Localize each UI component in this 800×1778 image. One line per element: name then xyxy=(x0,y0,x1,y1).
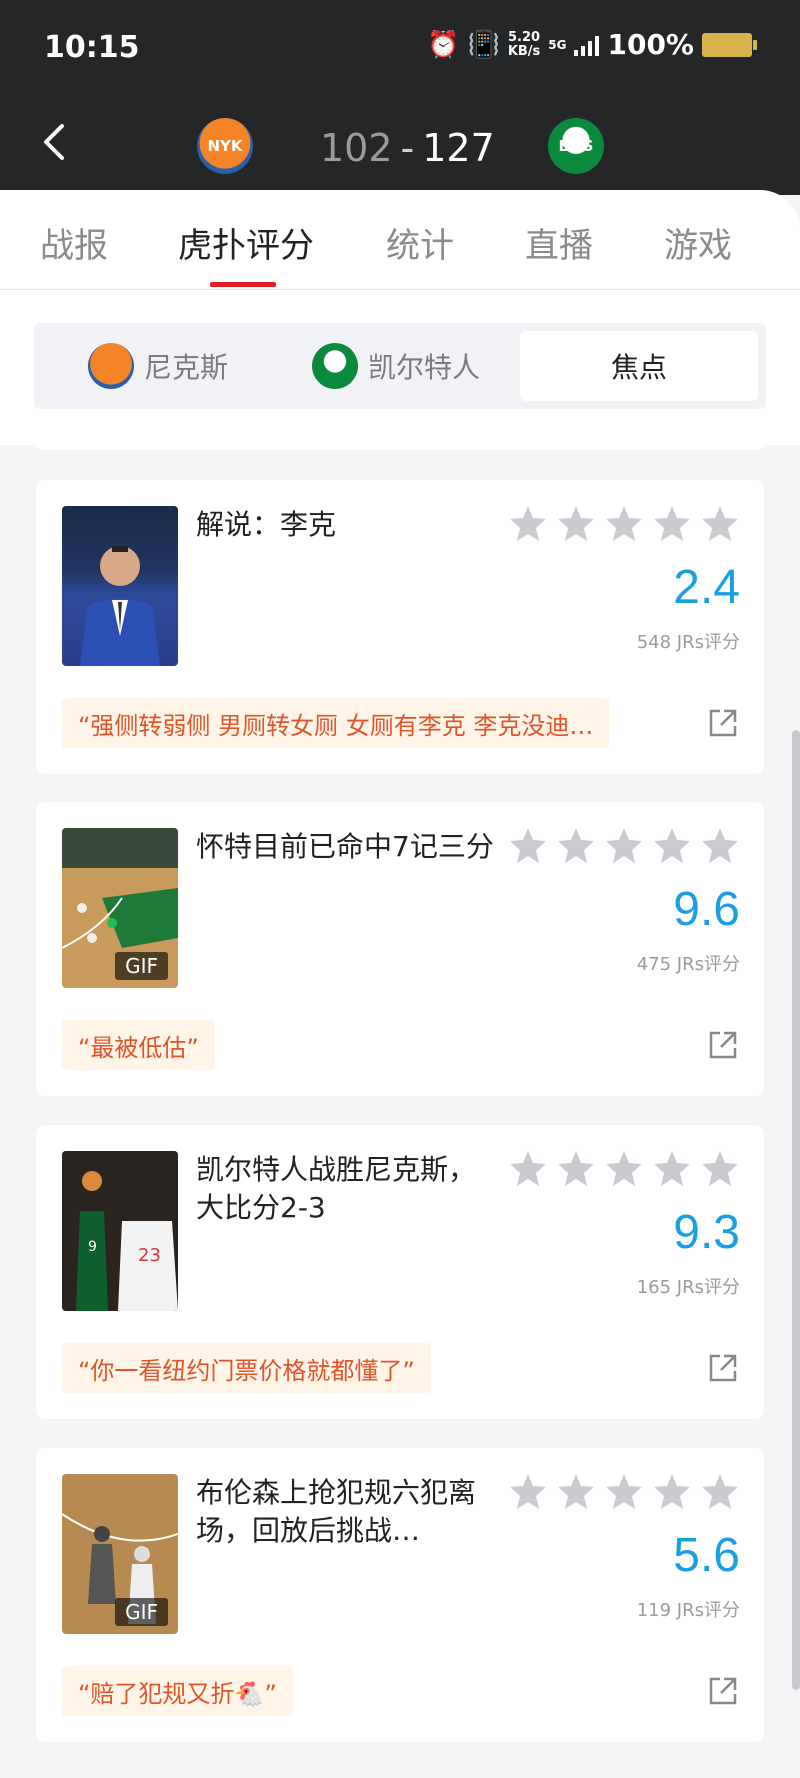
card-thumbnail xyxy=(62,506,178,666)
battery-icon xyxy=(702,32,757,57)
nyk-logo-text: NYK xyxy=(207,137,243,155)
home-score: 102 xyxy=(320,126,393,170)
vote-count: 165 JRs评分 xyxy=(636,1277,740,1298)
top-comment[interactable]: “强侧转弱侧 男厕转女厕 女厕有李克 李克没迪… xyxy=(62,698,610,748)
net-speed-value: 5.20 xyxy=(508,29,541,45)
star-icon[interactable] xyxy=(508,1472,548,1512)
star-icon[interactable] xyxy=(556,504,596,544)
star-icon[interactable] xyxy=(700,826,740,866)
share-icon[interactable] xyxy=(708,1353,738,1383)
star-icon[interactable] xyxy=(604,504,644,544)
top-comment[interactable]: “赔了犯规又折🐔” xyxy=(62,1666,293,1716)
tab-games[interactable]: 游戏 xyxy=(664,218,732,267)
net-speed-unit: KB/s xyxy=(507,43,541,59)
star-icon[interactable] xyxy=(652,1149,692,1189)
star-rating[interactable] xyxy=(508,504,740,544)
segment-knicks-label: 尼克斯 xyxy=(144,351,229,384)
battery-percent: 100% xyxy=(607,28,694,61)
vote-count: 119 JRs评分 xyxy=(636,1600,740,1621)
top-comment[interactable]: “最被低估” xyxy=(62,1020,215,1070)
share-icon[interactable] xyxy=(708,1030,738,1060)
star-icon[interactable] xyxy=(700,504,740,544)
svg-text:9: 9 xyxy=(88,1239,97,1255)
star-icon[interactable] xyxy=(604,1149,644,1189)
segment-celtics-label: 凯尔特人 xyxy=(368,351,481,384)
vote-count: 548 JRs评分 xyxy=(636,632,740,653)
star-icon[interactable] xyxy=(508,826,548,866)
gif-badge: GIF xyxy=(115,952,168,980)
card-title: 解说：李克 xyxy=(196,508,337,541)
star-icon[interactable] xyxy=(652,1472,692,1512)
card-thumbnail: GIF xyxy=(62,1474,178,1634)
bos-logo[interactable]: BOS xyxy=(548,118,604,174)
tab-bar: 战报 虎扑评分 统计 直播 游戏 xyxy=(0,218,800,278)
segment-focus[interactable]: 焦点 xyxy=(520,331,758,401)
card-title: 凯尔特人战胜尼克斯，大比分2-3 xyxy=(196,1153,477,1224)
star-icon[interactable] xyxy=(556,826,596,866)
nyk-logo[interactable]: NYK xyxy=(197,118,253,174)
segment-knicks[interactable]: 尼克斯 xyxy=(88,323,228,409)
status-icons: ⏰ 📳 5.20 KB/s 5G 100% xyxy=(427,28,757,61)
card-thumbnail: GIF xyxy=(62,828,178,988)
team-segment-control: 尼克斯 凯尔特人 焦点 xyxy=(34,323,766,409)
rating-score: 5.6 xyxy=(673,1529,740,1582)
score: 102-127 xyxy=(320,126,495,170)
tab-report[interactable]: 战报 xyxy=(40,218,108,267)
away-score: 127 xyxy=(422,126,495,170)
star-rating[interactable] xyxy=(508,826,740,866)
status-time: 10:15 xyxy=(44,30,140,65)
rating-card[interactable]: GIF 怀特目前已命中7记三分 9.6 475 JRs评分 “最被低估” xyxy=(36,802,764,1096)
rating-score: 9.3 xyxy=(673,1206,740,1259)
rating-score: 9.6 xyxy=(673,883,740,936)
star-rating[interactable] xyxy=(508,1472,740,1512)
network-type: 5G xyxy=(548,37,567,52)
tab-divider xyxy=(0,289,800,290)
star-icon[interactable] xyxy=(652,826,692,866)
star-icon[interactable] xyxy=(508,1149,548,1189)
star-icon[interactable] xyxy=(556,1149,596,1189)
celtics-mini-logo xyxy=(312,343,358,389)
rating-card[interactable]: 9 23 凯尔特人战胜尼克斯，大比分2-3 9.3 165 JRs评分 “你一看… xyxy=(36,1125,764,1419)
star-icon[interactable] xyxy=(508,504,548,544)
back-arrow-icon[interactable] xyxy=(40,122,70,162)
score-separator: - xyxy=(400,126,415,170)
star-icon[interactable] xyxy=(556,1472,596,1512)
alarm-icon: ⏰ xyxy=(427,29,460,60)
knicks-mini-logo xyxy=(88,343,134,389)
rating-card[interactable]: 解说：李克 2.4 548 JRs评分 “强侧转弱侧 男厕转女厕 女厕有李克 李… xyxy=(36,480,764,774)
share-icon[interactable] xyxy=(708,1676,738,1706)
top-comment[interactable]: “你一看纽约门票价格就都懂了” xyxy=(62,1343,431,1393)
vote-count: 475 JRs评分 xyxy=(636,954,740,975)
card-title: 布伦森上抢犯规六犯离场，回放后挑战… xyxy=(196,1476,477,1547)
net-speed: 5.20 KB/s xyxy=(507,29,541,59)
segment-celtics[interactable]: 凯尔特人 xyxy=(312,323,480,409)
bos-logo-text: BOS xyxy=(558,137,594,155)
header-bar: 10:15 ⏰ 📳 5.20 KB/s 5G 100% NYK 102-127 … xyxy=(0,0,800,195)
vibrate-icon: 📳 xyxy=(467,29,500,60)
scrollbar[interactable] xyxy=(792,730,800,1690)
star-icon[interactable] xyxy=(652,504,692,544)
gif-badge: GIF xyxy=(115,1598,168,1626)
tab-ratings[interactable]: 虎扑评分 xyxy=(178,218,314,267)
card-thumbnail: 9 23 xyxy=(62,1151,178,1311)
card-title: 怀特目前已命中7记三分 xyxy=(196,830,494,863)
card-edge xyxy=(34,438,766,450)
share-icon[interactable] xyxy=(708,708,738,738)
rating-score: 2.4 xyxy=(673,561,740,614)
tab-stats[interactable]: 统计 xyxy=(386,218,454,267)
rating-card[interactable]: GIF 布伦森上抢犯规六犯离场，回放后挑战… 5.6 119 JRs评分 “赔了… xyxy=(36,1448,764,1742)
active-tab-indicator xyxy=(210,282,276,287)
signal-icon xyxy=(574,34,600,56)
svg-text:23: 23 xyxy=(138,1245,161,1266)
star-icon[interactable] xyxy=(700,1472,740,1512)
star-icon[interactable] xyxy=(700,1149,740,1189)
tab-live[interactable]: 直播 xyxy=(525,218,593,267)
star-icon[interactable] xyxy=(604,1472,644,1512)
star-rating[interactable] xyxy=(508,1149,740,1189)
star-icon[interactable] xyxy=(604,826,644,866)
